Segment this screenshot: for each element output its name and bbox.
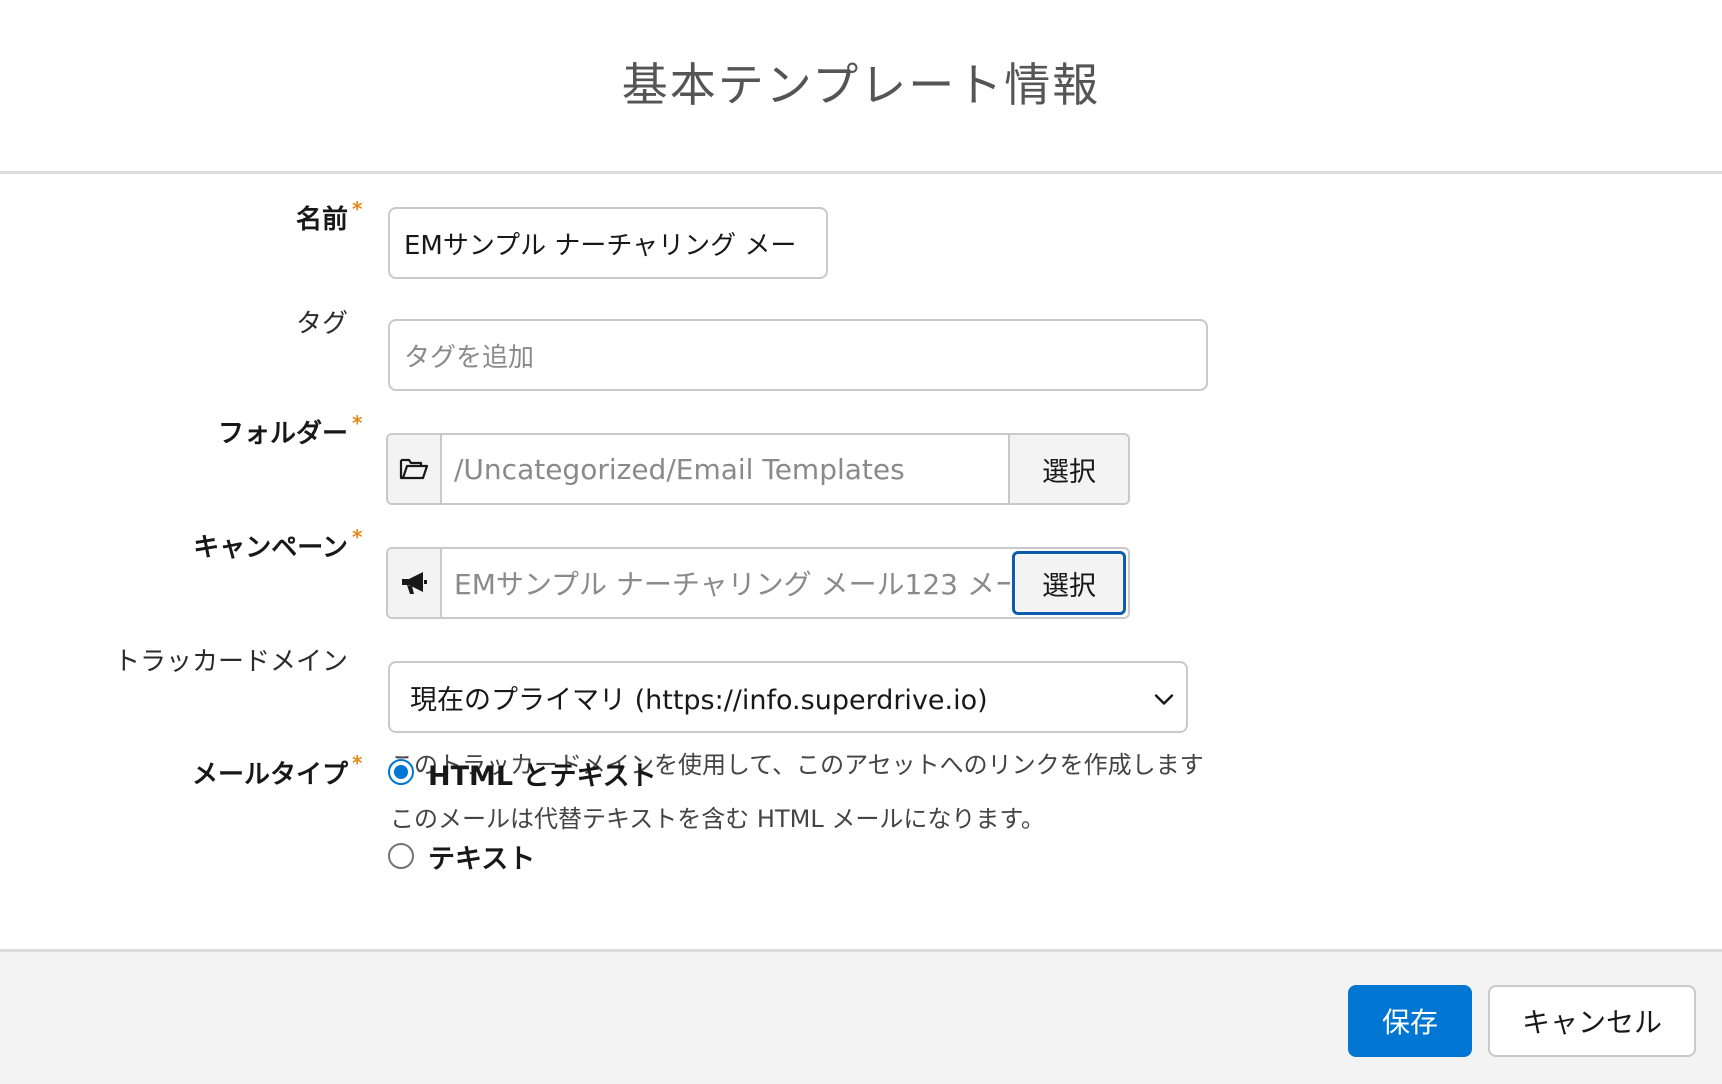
modal-footer: 保存 キャンセル — [0, 949, 1722, 1084]
email-type-option-text-label[interactable]: テキスト — [428, 837, 535, 876]
campaign-value: EMサンプル ナーチャリング メール123 メー — [454, 568, 1010, 601]
email-type-option-html-text-description: このメールは代替テキストを含む HTML メールになります。 — [390, 805, 1045, 833]
save-button[interactable]: 保存 — [1348, 985, 1472, 1057]
tracker-domain-select[interactable]: 現在のプライマリ (https://info.superdrive.io) — [388, 661, 1188, 733]
tags-label: タグ — [295, 309, 348, 339]
email-type-radio-html-text[interactable] — [388, 759, 414, 785]
folder-picker: /Uncategorized/Email Templates 選択 — [386, 433, 1130, 505]
email-type-radio-text[interactable] — [388, 843, 414, 869]
campaign-picker: EMサンプル ナーチャリング メール123 メー 選択 — [386, 547, 1130, 619]
folder-path: /Uncategorized/Email Templates — [454, 452, 905, 486]
tags-input-placeholder: タグを追加 — [404, 342, 535, 373]
modal-header: 基本テンプレート情報 — [0, 0, 1722, 174]
campaign-required-mark: * — [352, 525, 363, 549]
email-type-required-mark: * — [352, 751, 363, 775]
tracker-domain-label: トラッカードメイン — [113, 647, 348, 677]
folder-required-mark: * — [352, 411, 363, 435]
folder-open-icon — [388, 435, 442, 503]
tags-input[interactable]: タグを追加 — [388, 319, 1208, 391]
email-type-option-html-text-label[interactable]: HTML とテキスト — [428, 754, 657, 793]
modal-title: 基本テンプレート情報 — [621, 57, 1101, 112]
folder-select-button[interactable]: 選択 — [1008, 435, 1128, 503]
campaign-label: キャンペーン — [193, 533, 348, 563]
template-info-modal: 基本テンプレート情報 名前 * EMサンプル ナーチャリング メー タグ タグを… — [0, 0, 1722, 1084]
name-input[interactable]: EMサンプル ナーチャリング メー — [388, 207, 828, 279]
campaign-select-button[interactable]: 選択 — [1012, 551, 1126, 615]
folder-label: フォルダー — [217, 419, 348, 449]
megaphone-icon — [388, 549, 442, 617]
name-label: 名前 — [295, 205, 348, 235]
chevron-down-icon — [1154, 682, 1174, 713]
tracker-domain-selected: 現在のプライマリ (https://info.superdrive.io) — [410, 684, 988, 716]
name-required-mark: * — [352, 197, 363, 221]
name-input-value: EMサンプル ナーチャリング メー — [404, 230, 797, 261]
cancel-button[interactable]: キャンセル — [1488, 985, 1696, 1057]
email-type-label: メールタイプ — [191, 760, 348, 790]
modal-body: 名前 * EMサンプル ナーチャリング メー タグ タグを追加 フォルダー * … — [0, 177, 1722, 949]
